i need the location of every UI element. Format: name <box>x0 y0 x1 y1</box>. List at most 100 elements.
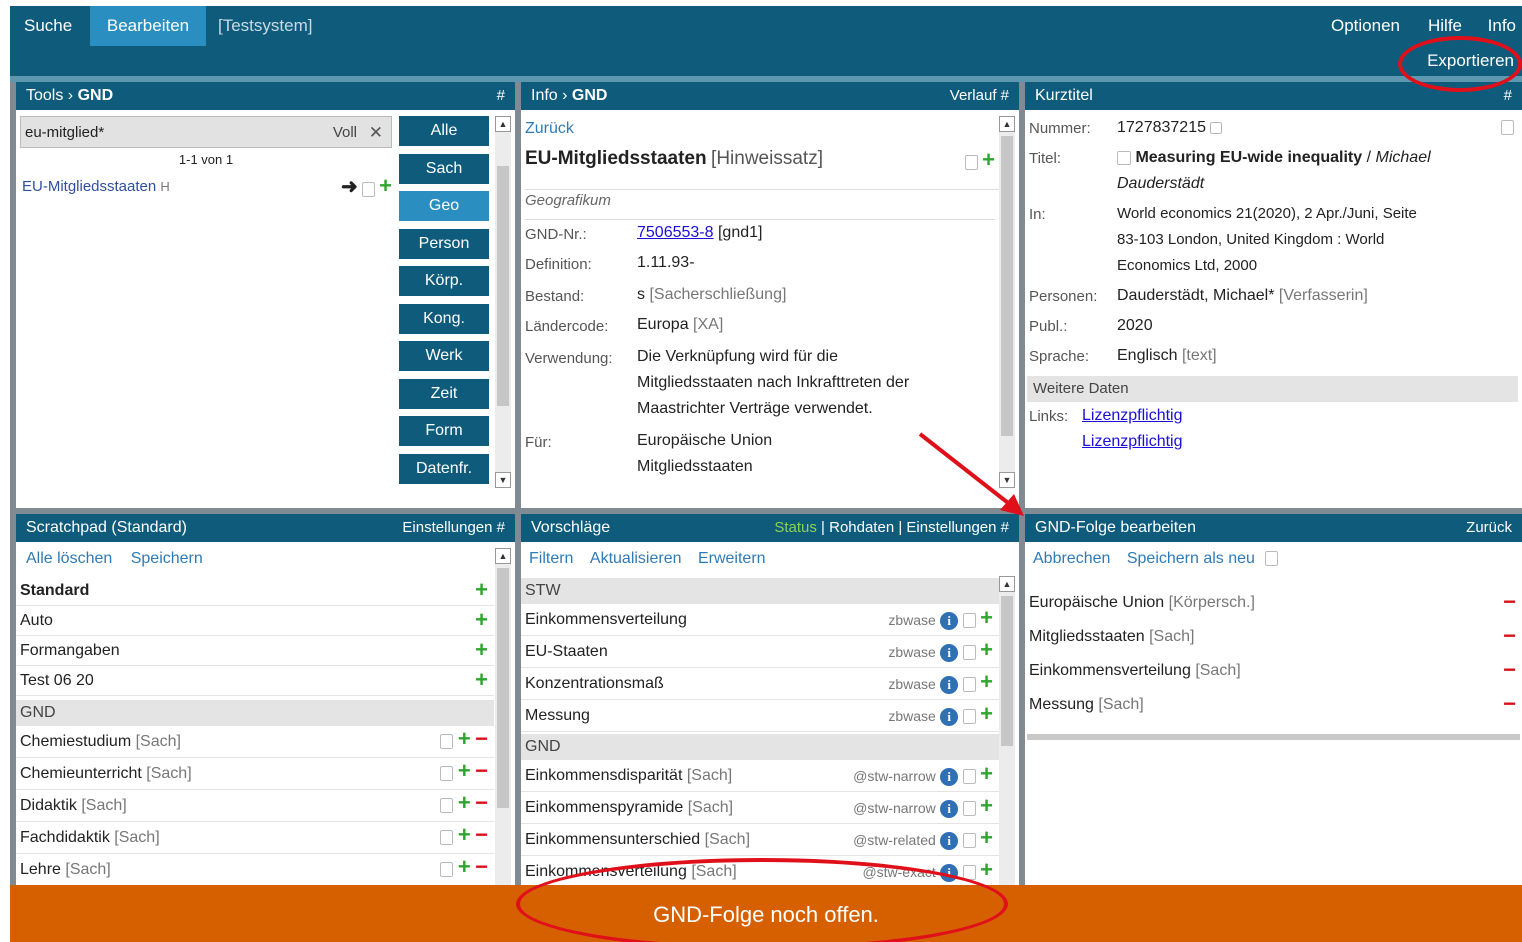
suggestion-row[interactable]: Einkommensverteilung zbwase i + <box>521 604 999 636</box>
info-icon[interactable]: i <box>940 707 959 726</box>
lizenz-link[interactable]: Lizenzpflichtig <box>1082 429 1183 455</box>
plus-icon[interactable]: + <box>458 822 471 847</box>
arrow-right-icon[interactable]: ➜ <box>341 176 358 198</box>
scrollbar-thumb[interactable] <box>497 568 509 808</box>
info-icon[interactable]: i <box>940 675 959 694</box>
plus-icon[interactable]: + <box>980 793 993 818</box>
expand-button[interactable]: Erweitern <box>698 550 766 567</box>
result-item[interactable]: EU-Mitgliedsstaaten H ➜ + <box>22 175 392 200</box>
plus-icon[interactable]: + <box>458 758 471 783</box>
copy-icon[interactable] <box>1501 120 1514 135</box>
gnd-number-link[interactable]: 7506553-8 <box>637 224 714 241</box>
save-as-new-button[interactable]: Speichern als neu <box>1127 550 1255 567</box>
scrollbar[interactable]: ▲ ▼ <box>495 116 511 488</box>
plus-icon[interactable]: + <box>475 579 488 601</box>
nav-optionen[interactable]: Optionen <box>1331 6 1400 46</box>
minus-icon[interactable]: − <box>1503 693 1516 715</box>
category-button[interactable]: Werk <box>399 341 489 371</box>
scrollbar-thumb[interactable] <box>1001 596 1013 746</box>
suggestion-row[interactable]: Konzentrationsmaß zbwase i + <box>521 668 999 700</box>
plus-icon[interactable]: + <box>475 609 488 631</box>
clear-all-button[interactable]: Alle löschen <box>26 550 112 567</box>
list-item[interactable]: Formangaben + <box>16 636 494 666</box>
scroll-up-icon[interactable]: ▲ <box>495 116 511 132</box>
plus-icon[interactable]: + <box>458 790 471 815</box>
search-input[interactable]: eu-mitglied* Voll ✕ <box>20 116 392 148</box>
list-item[interactable]: Chemiestudium [Sach] + − <box>16 726 494 758</box>
copy-icon[interactable] <box>361 181 375 197</box>
copy-icon[interactable] <box>962 769 976 785</box>
einstellungen-link[interactable]: Einstellungen # <box>906 519 1009 536</box>
suggestion-row[interactable]: EU-Staaten zbwase i + <box>521 636 999 668</box>
scroll-up-icon[interactable]: ▲ <box>999 576 1015 592</box>
scratchpad-settings-button[interactable]: Einstellungen # <box>402 514 505 542</box>
plus-icon[interactable]: + <box>980 701 993 726</box>
folge-item[interactable]: Messung [Sach] − <box>1029 690 1516 720</box>
plus-icon[interactable]: + <box>980 637 993 662</box>
copy-icon[interactable] <box>962 801 976 817</box>
copy-icon[interactable] <box>440 830 454 846</box>
suggestion-row[interactable]: Einkommenspyramide [Sach] @stw-narrow i + <box>521 792 999 824</box>
kurztitel-menu-button[interactable]: # <box>1504 82 1512 110</box>
back-link[interactable]: Zurück <box>525 120 574 138</box>
copy-icon[interactable] <box>440 862 454 878</box>
weitere-daten-toggle[interactable]: Weitere Daten <box>1027 376 1518 402</box>
plus-icon[interactable]: + <box>980 857 993 882</box>
copy-icon[interactable] <box>962 613 976 629</box>
category-button[interactable]: Geo <box>399 191 489 221</box>
list-item[interactable]: Chemieunterricht [Sach] + − <box>16 758 494 790</box>
category-button[interactable]: Datenfr. <box>399 453 489 484</box>
info-icon[interactable]: i <box>940 611 959 630</box>
info-icon[interactable]: i <box>940 831 959 850</box>
info-icon[interactable]: i <box>940 767 959 786</box>
suggestion-row[interactable]: Einkommensunterschied [Sach] @stw-related… <box>521 824 999 856</box>
scrollbar-thumb[interactable] <box>1001 136 1013 436</box>
cancel-button[interactable]: Abbrechen <box>1033 550 1110 567</box>
category-button[interactable]: Kong. <box>399 303 489 334</box>
search-mode-select[interactable]: Voll <box>333 124 357 141</box>
folge-item[interactable]: Europäische Union [Körpersch.] − <box>1029 588 1516 618</box>
plus-icon[interactable]: + <box>379 173 392 198</box>
copy-icon[interactable] <box>1265 551 1279 567</box>
category-button[interactable]: Alle <box>399 116 489 146</box>
record-icon[interactable] <box>1210 121 1223 134</box>
plus-icon[interactable]: + <box>475 669 488 691</box>
verlauf-button[interactable]: Verlauf # <box>950 82 1009 110</box>
list-item[interactable]: Didaktik [Sach] + − <box>16 790 494 822</box>
plus-icon[interactable]: + <box>475 639 488 661</box>
copy-icon[interactable] <box>962 709 976 725</box>
refresh-button[interactable]: Aktualisieren <box>590 550 682 567</box>
back-button[interactable]: Zurück <box>1466 514 1512 542</box>
info-icon[interactable]: i <box>940 799 959 818</box>
nav-bearbeiten[interactable]: Bearbeiten <box>90 6 206 46</box>
copy-icon[interactable] <box>962 677 976 693</box>
tools-menu-button[interactable]: # <box>497 82 505 110</box>
scroll-up-icon[interactable]: ▲ <box>495 548 511 564</box>
status-link[interactable]: Status <box>774 519 817 536</box>
suggestion-row[interactable]: Messung zbwase i + <box>521 700 999 732</box>
plus-icon[interactable]: + <box>980 605 993 630</box>
scrollbar[interactable]: ▲ <box>999 576 1015 885</box>
category-button[interactable]: Körp. <box>399 266 489 296</box>
copy-icon[interactable] <box>962 645 976 661</box>
filter-button[interactable]: Filtern <box>529 550 573 567</box>
copy-icon[interactable] <box>440 734 454 750</box>
minus-icon[interactable]: − <box>1503 591 1516 613</box>
list-item[interactable]: Fachdidaktik [Sach] + − <box>16 822 494 854</box>
copy-icon[interactable] <box>964 155 978 171</box>
plus-icon[interactable]: + <box>458 726 471 751</box>
save-button[interactable]: Speichern <box>131 550 203 567</box>
copy-icon[interactable] <box>440 798 454 814</box>
minus-icon[interactable]: − <box>475 726 488 751</box>
category-button[interactable]: Person <box>399 228 489 259</box>
plus-icon[interactable]: + <box>458 854 471 879</box>
list-item[interactable]: Standard + <box>16 576 494 606</box>
minus-icon[interactable]: − <box>475 854 488 879</box>
copy-icon[interactable] <box>440 766 454 782</box>
plus-icon[interactable]: + <box>980 669 993 694</box>
clear-icon[interactable]: ✕ <box>369 123 383 143</box>
minus-icon[interactable]: − <box>475 822 488 847</box>
minus-icon[interactable]: − <box>1503 659 1516 681</box>
list-item[interactable]: Test 06 20 + <box>16 666 494 696</box>
copy-icon[interactable] <box>962 833 976 849</box>
